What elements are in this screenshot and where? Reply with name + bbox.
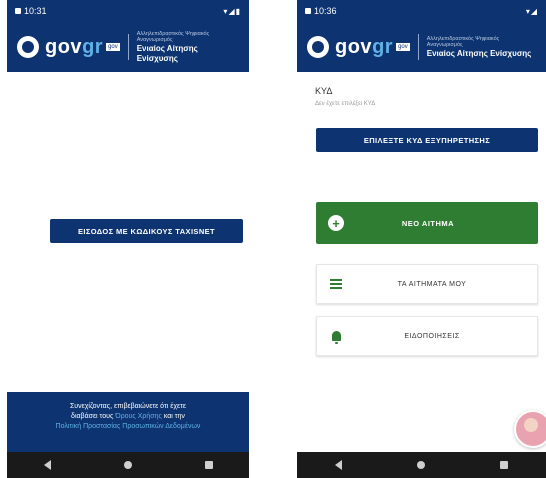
bell-icon — [325, 331, 347, 344]
consent-text: Συνεχίζοντας, επιβεβαιώνετε ότι έχετε — [69, 403, 187, 410]
state-emblem-icon — [17, 36, 39, 58]
consent-footer: Συνεχίζοντας, επιβεβαιώνετε ότι έχετε δι… — [7, 392, 249, 452]
logo-badge: gov — [396, 43, 410, 51]
notification-icon — [305, 8, 311, 14]
list-icon — [325, 279, 347, 289]
service-title: Ενιαίος Αίτησης Ενίσχυσης — [136, 44, 198, 63]
consent-text-3: και την — [163, 412, 185, 420]
signal-battery-icon: ▾◢▮ — [223, 6, 241, 16]
privacy-policy-link[interactable]: Πολιτική Προστασίας Προσωπικών Δεδομένων — [56, 423, 201, 430]
status-time: 10:36 — [314, 6, 337, 16]
home-circle-icon[interactable] — [123, 461, 132, 469]
status-time: 10:31 — [24, 6, 47, 16]
new-request-button[interactable]: + ΝΕΟ ΑΙΤΗΜΑ — [316, 202, 538, 244]
back-triangle-icon[interactable] — [43, 460, 51, 470]
android-navbar — [7, 452, 249, 478]
ministry-label: Aλληλεπιδραστικός Ψηφιακός Αναγνωρισμός — [426, 35, 500, 49]
header-title: Aλληλεπιδραστικός Ψηφιακός Αναγνωρισμός … — [427, 36, 536, 59]
consent-text-2: διαβάσει τους — [71, 412, 114, 420]
app-header: govgr gov Aλληλεπιδραστικός Ψηφιακός Ανα… — [297, 22, 546, 72]
header-title: Aλληλεπιδραστικός Ψηφιακός Αναγνωρισμός … — [137, 31, 239, 63]
my-requests-button[interactable]: ΤΑ ΑΙΤΗΜΑΤΑ ΜΟΥ — [316, 264, 538, 304]
kyd-subtext: Δεν έχετε επιλέξει ΚΥΔ — [315, 101, 376, 107]
logo-badge: gov — [106, 43, 120, 51]
recents-square-icon[interactable] — [500, 461, 509, 469]
signal-battery-icon: ▾◢ — [525, 6, 538, 16]
android-navbar — [297, 452, 546, 478]
service-title: Ενιαίος Αίτησης Ενίσχυσης — [426, 48, 532, 58]
state-emblem-icon — [307, 36, 329, 58]
back-triangle-icon[interactable] — [334, 460, 342, 470]
taxisnet-login-button[interactable]: ΕΙΣΟΔΟΣ ΜΕ ΚΩΔΙΚΟΥΣ TAXISNET — [50, 219, 243, 243]
home-circle-icon[interactable] — [416, 461, 425, 469]
govgr-logo: govgr — [45, 35, 104, 58]
notifications-button[interactable]: ΕΙΔΟΠΟΙΗΣΕΙΣ — [316, 316, 538, 356]
my-requests-label: ΤΑ ΑΙΤΗΜΑΤΑ ΜΟΥ — [397, 280, 467, 288]
new-request-label: ΝΕΟ ΑΙΤΗΜΑ — [401, 218, 455, 228]
terms-link[interactable]: Όρους Χρήσης — [115, 413, 162, 420]
status-bar: 10:36 ▾◢ — [297, 0, 546, 22]
ministry-label: Aλληλεπιδραστικός Ψηφιακός Αναγνωρισμός — [136, 30, 210, 44]
govgr-logo: govgr — [335, 35, 394, 58]
home-screen: 10:36 ▾◢ govgr gov Aλληλεπιδραστικός Ψηφ… — [297, 0, 546, 478]
assistant-avatar[interactable] — [514, 410, 546, 448]
notifications-label: ΕΙΔΟΠΟΙΗΣΕΙΣ — [404, 332, 460, 340]
plus-icon: + — [328, 215, 344, 231]
header-divider — [417, 34, 419, 60]
app-header: govgr gov Aλληλεπιδραστικός Ψηφιακός Ανα… — [7, 22, 249, 72]
select-kyd-button[interactable]: ΕΠΙΛΕΞΤΕ ΚΥΔ ΕΞΥΠΗΡΕΤΗΣΗΣ — [316, 128, 538, 152]
recents-square-icon[interactable] — [204, 461, 213, 469]
login-screen: 10:31 ▾◢▮ govgr gov Aλληλεπιδραστικός Ψη… — [7, 0, 249, 478]
status-bar: 10:31 ▾◢▮ — [7, 0, 249, 22]
kyd-label: ΚΥΔ — [315, 86, 333, 96]
notification-icon — [15, 8, 21, 14]
header-divider — [127, 34, 129, 60]
